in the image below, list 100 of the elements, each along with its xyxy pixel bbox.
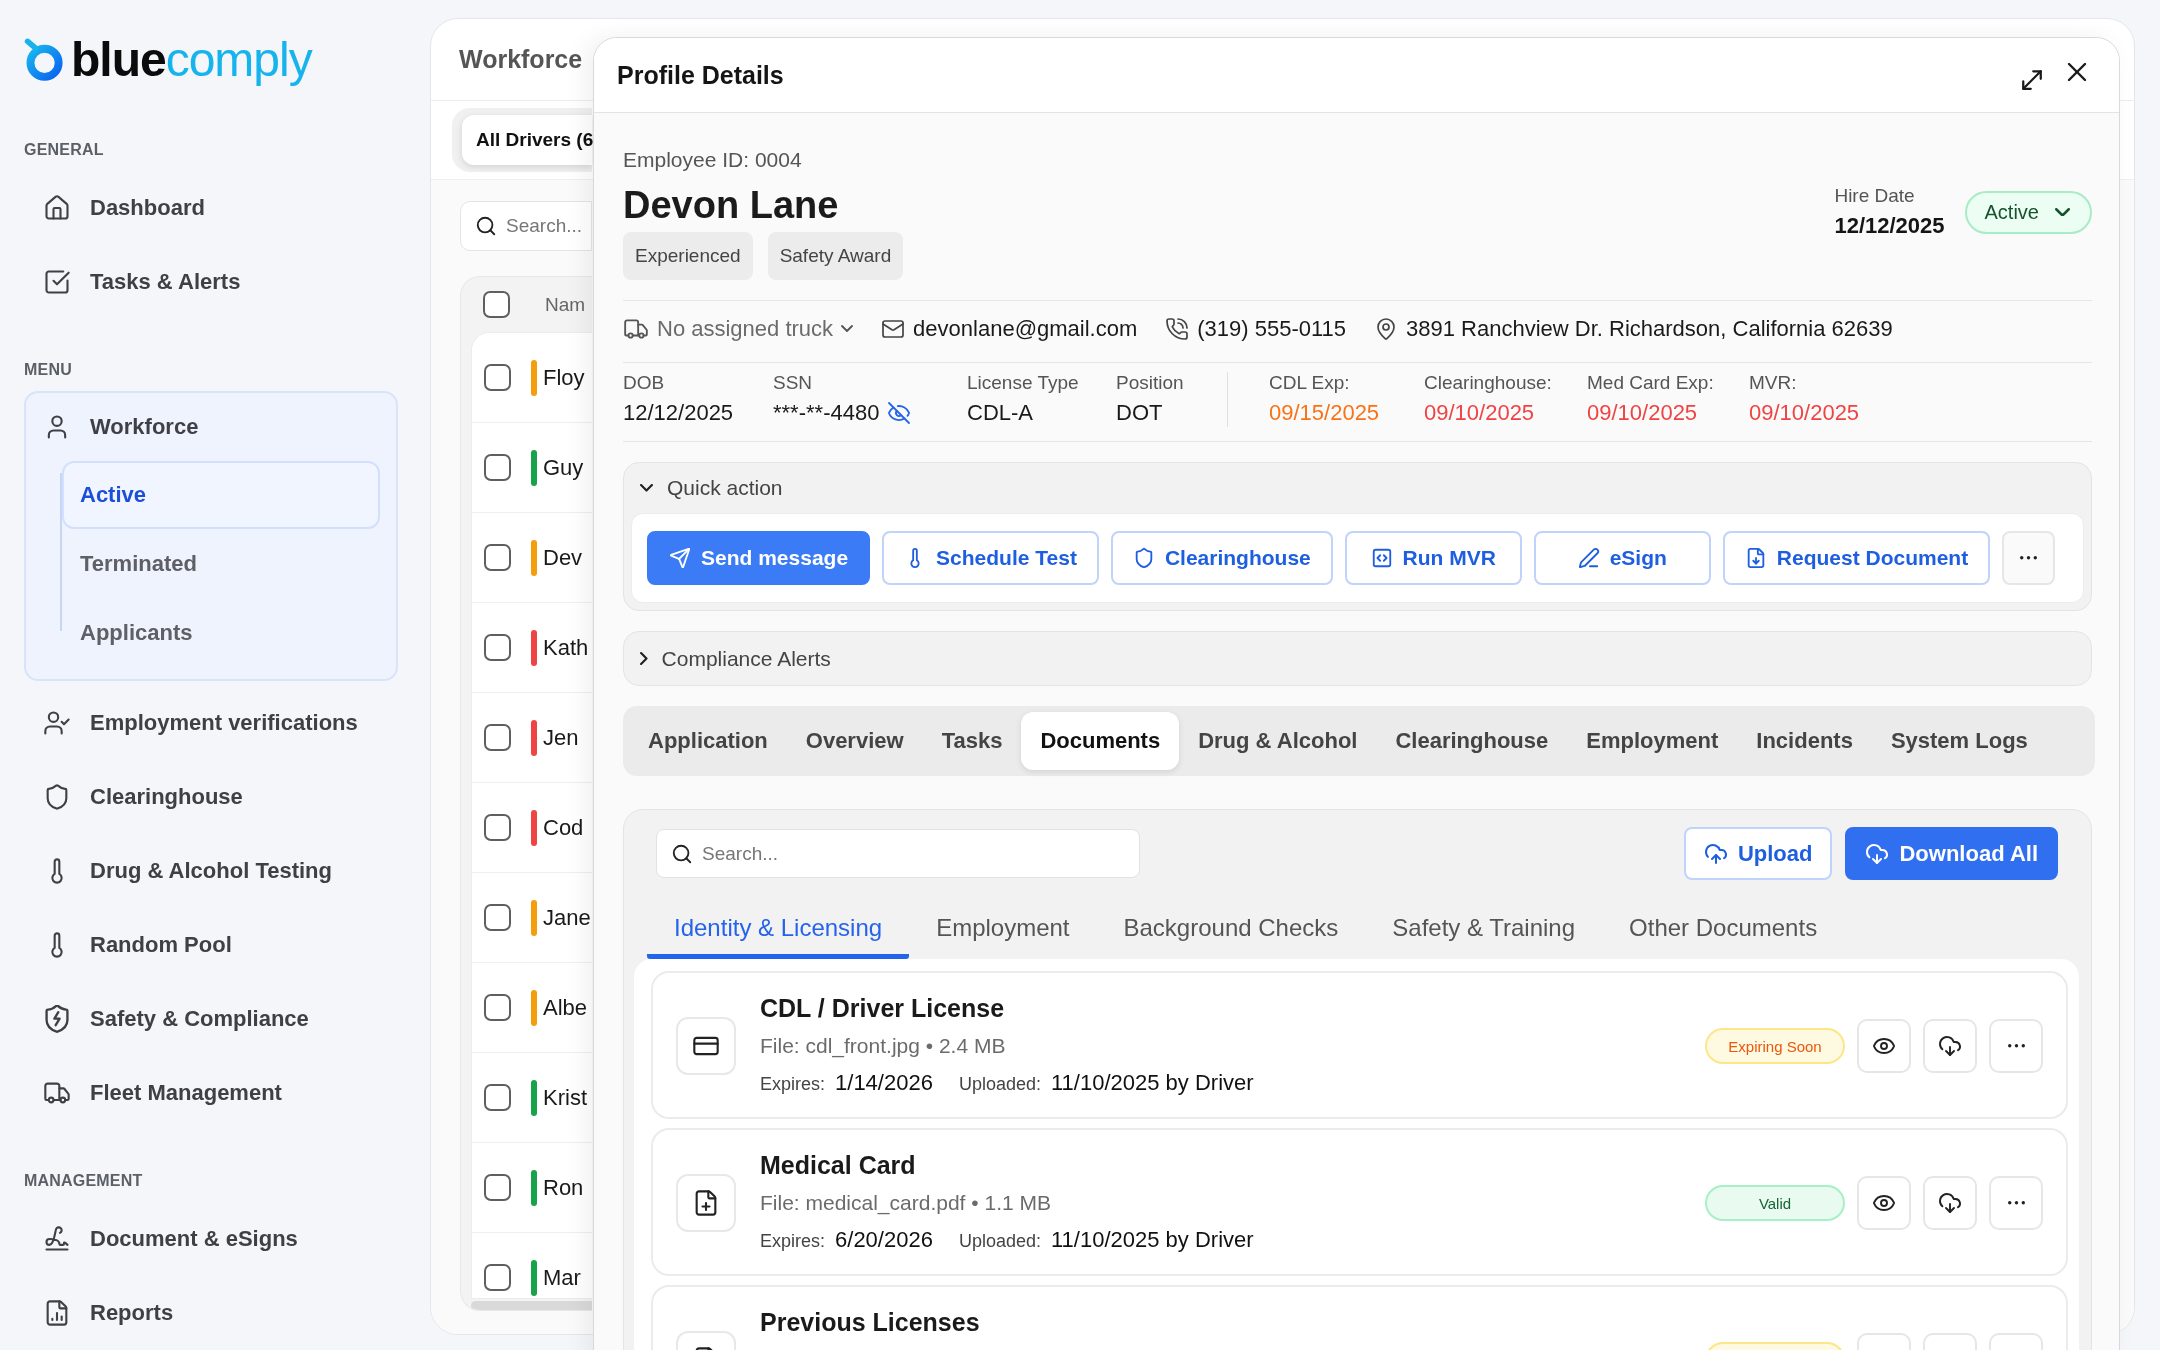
meta-label: Expires: [760, 1230, 826, 1253]
checkbox[interactable] [484, 634, 511, 661]
tab[interactable]: Documents [1021, 712, 1180, 770]
checkbox[interactable] [484, 724, 511, 751]
tag: Experienced [623, 232, 753, 280]
tab[interactable]: Overview [786, 712, 923, 770]
tab[interactable]: Incidents [1737, 712, 1872, 770]
category-tab[interactable]: Safety & Training [1365, 902, 1603, 959]
action-button[interactable]: Clearinghouse [1110, 531, 1333, 585]
tab[interactable]: Tasks [922, 712, 1022, 770]
section-heading: MENU [24, 360, 72, 380]
checkbox[interactable] [484, 994, 511, 1021]
driver-name: Ron [543, 1174, 584, 1201]
action-button[interactable]: Schedule Test [882, 531, 1099, 585]
accordion-toggle[interactable]: Compliance Alerts [631, 632, 831, 685]
checkbox[interactable] [484, 454, 511, 481]
view-button[interactable] [1857, 1176, 1911, 1230]
checkbox[interactable] [484, 904, 511, 931]
nav-item[interactable]: Workforce [26, 393, 396, 461]
checkbox[interactable] [484, 544, 511, 571]
page-title: Workforce [459, 45, 583, 74]
expiry-date: 6/20/2026 [835, 1226, 933, 1254]
nav-subitem[interactable]: Applicants [62, 599, 380, 667]
toolbar-button[interactable]: Upload [1683, 827, 1833, 880]
tab[interactable]: Application [629, 712, 787, 770]
checkbox[interactable] [484, 814, 511, 841]
truck-select[interactable]: No assigned truck [623, 315, 854, 342]
email-address: devonlane@gmail.com [913, 315, 1138, 342]
upload-info: 11/10/2025 by Driver [1051, 1226, 1254, 1254]
employee-id: Employee ID: 0004 [623, 147, 802, 173]
ellipsis-icon [2007, 1044, 2025, 1048]
street-address: 3891 Ranchview Dr. Richardson, California 62639 [1406, 315, 1893, 342]
action-button[interactable]: eSign [1533, 531, 1711, 585]
tab[interactable]: System Logs [1871, 712, 2047, 770]
pen-icon [1577, 547, 1600, 569]
cloud-download-icon [1865, 841, 1890, 866]
phone-number: (319) 555-0115 [1197, 315, 1347, 342]
checkbox[interactable] [484, 1174, 511, 1201]
shield-bolt-icon [43, 1005, 71, 1033]
logo-icon [24, 38, 64, 82]
category-tab[interactable]: Employment [909, 902, 1097, 959]
nav-item[interactable]: Dashboard [24, 171, 398, 245]
nav-item[interactable]: Drug & Alcohol Testing [24, 834, 398, 908]
signature-icon [43, 1225, 71, 1253]
category-tab[interactable]: Background Checks [1096, 902, 1366, 959]
column-header: Nam [545, 293, 586, 316]
horizontal-scrollbar[interactable] [471, 1301, 592, 1310]
search-icon [671, 842, 693, 865]
cloud-download-icon [1938, 1191, 1962, 1215]
home-icon [43, 194, 71, 222]
tag: Safety Award [767, 232, 904, 280]
download-button[interactable] [1923, 1019, 1977, 1073]
document-plus-icon [676, 1174, 736, 1232]
nav-item[interactable]: Tasks & Alerts [24, 245, 398, 319]
view-button[interactable] [1857, 1019, 1911, 1073]
hire-date-label: Hire Date [1834, 184, 1915, 208]
expiry-date: 1/14/2026 [835, 1069, 933, 1097]
filter-tab[interactable]: All Drivers (6 [462, 115, 592, 165]
code-square-icon [1370, 547, 1393, 569]
checkbox[interactable] [484, 364, 511, 391]
nav-item[interactable]: Document & eSigns [24, 1202, 398, 1276]
nav-subitem[interactable]: Active [62, 461, 380, 529]
checkbox[interactable] [484, 1264, 511, 1291]
user-check-icon [43, 709, 71, 737]
search-field[interactable]: Search... [460, 201, 592, 251]
status-badge: Valid [1705, 1185, 1845, 1221]
accordion-toggle[interactable]: Quick action [631, 463, 783, 513]
expiry-label: CDL Exp: [1269, 372, 1350, 394]
field-value: DOT [1116, 399, 1163, 427]
category-tab[interactable]: Other Documents [1602, 902, 1845, 959]
upload-info: 11/10/2025 by Driver [1051, 1069, 1254, 1097]
nav-item[interactable]: Clearinghouse [24, 760, 398, 834]
field-label: SSN [773, 372, 813, 394]
driver-name: Albe [543, 994, 588, 1021]
file-info: File: cdl_front.jpg • 2.4 MB [760, 1033, 1006, 1060]
nav-item[interactable]: Random Pool [24, 908, 398, 982]
tab[interactable]: Clearinghouse [1376, 712, 1568, 770]
checkbox[interactable] [484, 1084, 511, 1111]
nav-item[interactable]: Reports [24, 1276, 398, 1350]
meta-label: Uploaded: [958, 1073, 1041, 1096]
eye-off-icon[interactable] [887, 401, 912, 425]
download-button[interactable] [1923, 1176, 1977, 1230]
tab[interactable]: Drug & Alcohol [1179, 712, 1377, 770]
search-icon [475, 215, 497, 237]
send-icon [669, 547, 691, 569]
search-field[interactable]: Search... [656, 829, 1140, 878]
checkbox[interactable] [483, 291, 510, 318]
nav-item[interactable]: Employment verifications [24, 686, 398, 760]
driver-name: Jen [543, 724, 579, 751]
expiry-date: 09/10/2025 [1587, 399, 1698, 427]
status-dropdown[interactable]: Active [1964, 190, 2092, 234]
hire-date-value: 12/12/2025 [1834, 212, 1945, 240]
nav-item[interactable]: Fleet Management [24, 1056, 398, 1130]
toolbar-button[interactable]: Download All [1845, 827, 2058, 880]
action-button[interactable]: Run MVR [1344, 531, 1522, 585]
action-button[interactable]: Request Document [1722, 531, 1991, 585]
nav-subitem[interactable]: Terminated [62, 530, 380, 598]
tab[interactable]: Employment [1567, 712, 1738, 770]
action-button[interactable]: Send message [647, 531, 871, 585]
nav-item[interactable]: Safety & Compliance [24, 982, 398, 1056]
